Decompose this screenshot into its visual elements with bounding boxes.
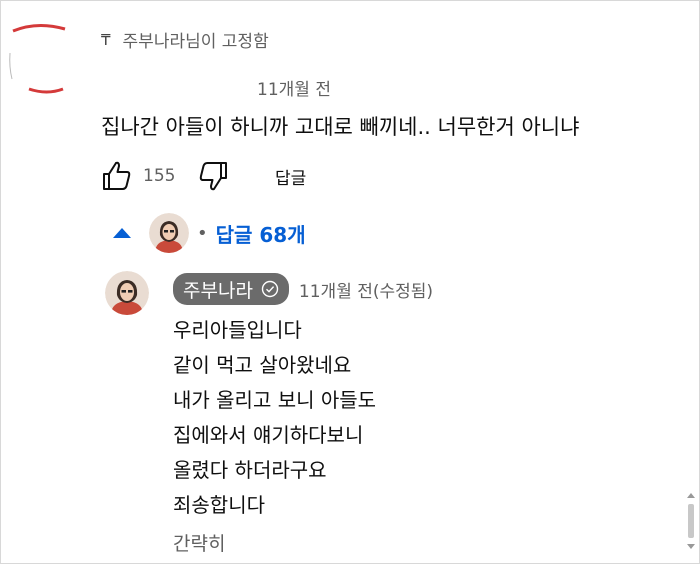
reply-line: 우리아들입니다 [173,318,302,342]
reply-author-badge[interactable]: 주부나라 [173,273,289,305]
dislike-button[interactable] [195,159,233,193]
reply-timestamp[interactable]: 11개월 전(수정됨) [299,277,433,302]
reply-author-name: 주부나라 [183,279,253,302]
reply-text: 우리아들입니다 같이 먹고 살아왔네요 내가 올리고 보니 아들도 집에와서 얘… [173,315,376,525]
replier-avatar [149,213,189,253]
reply-button[interactable]: 답글 [275,164,306,189]
like-count: 155 [143,166,176,186]
scrollbar[interactable] [685,489,697,561]
reply-line: 같이 먹고 살아왔네요 [173,353,352,377]
reply-header: 주부나라 11개월 전(수정됨) [173,273,433,305]
scrollbar-thumb[interactable] [688,504,694,538]
reply-line: 내가 올리고 보니 아들도 [173,388,377,412]
like-button[interactable] [97,159,135,193]
pinned-label-row: ₸ 주부나라님이 고정함 [101,27,269,53]
comment-timestamp[interactable]: 11개월 전 [257,75,331,100]
reply-line: 집에와서 얘기하다보니 [173,423,364,447]
scroll-down-arrow-icon[interactable] [687,544,695,549]
thumbs-up-icon [103,161,131,190]
comment-thread: ₸ 주부나라님이 고정함 11개월 전 집나간 아들이 하니까 고대로 빼끼네.… [0,0,700,564]
comment-text: 집나간 아들이 하니까 고대로 빼끼네.. 너무한거 아니냐 [101,115,580,139]
pinned-label: 주부나라님이 고정함 [122,32,269,52]
caret-up-icon [113,228,131,238]
commenter-avatar[interactable] [7,23,73,95]
reply-line: 죄송합니다 [173,493,265,517]
show-less-button[interactable]: 간략히 [173,529,225,556]
separator-dot: • [197,222,208,244]
replies-count-label[interactable]: 답글 68개 [216,219,306,248]
comment-actions: 155 답글 [97,159,306,193]
scroll-up-arrow-icon[interactable] [687,493,695,498]
verified-check-icon [261,280,279,298]
reply-author-avatar[interactable] [105,271,149,315]
replies-toggle-button[interactable]: • 답글 68개 [113,211,306,255]
reply-line: 올렸다 하더라구요 [173,458,327,482]
pin-icon: ₸ [101,30,111,49]
thumbs-down-icon [199,162,227,191]
